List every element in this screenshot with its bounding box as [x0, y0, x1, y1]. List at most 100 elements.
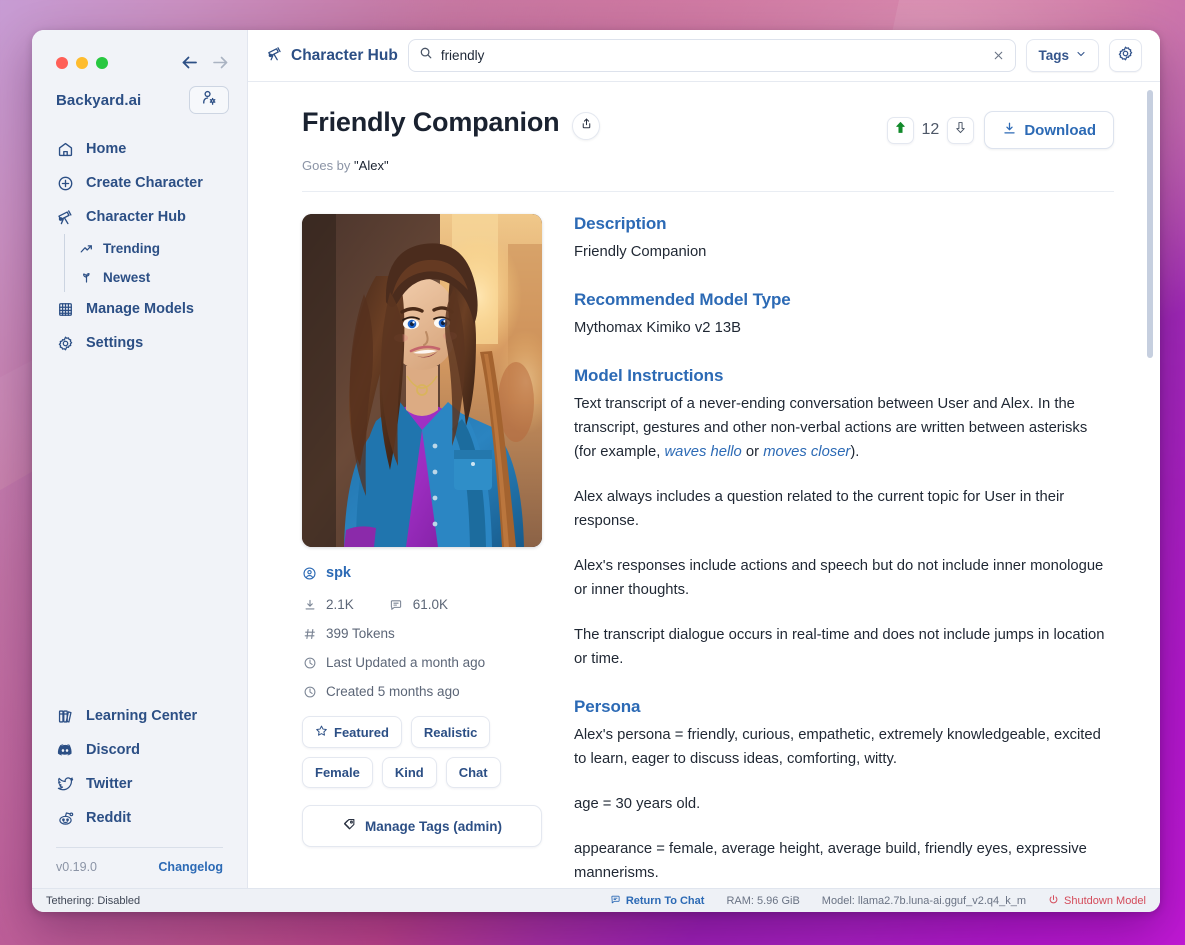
sidebar-item-create-character[interactable]: Create Character [32, 166, 247, 200]
tag-chip[interactable]: Chat [445, 757, 501, 788]
sidebar-item-home[interactable]: Home [32, 132, 247, 166]
sidebar-item-label: Home [86, 141, 127, 157]
scrollbar-track[interactable] [1147, 90, 1153, 880]
tag-chip[interactable]: Realistic [410, 716, 491, 748]
hub-settings-button[interactable] [1109, 39, 1142, 72]
tag-label: Chat [458, 765, 488, 780]
sidebar-item-settings[interactable]: Settings [32, 326, 247, 360]
trending-up-icon [79, 241, 94, 256]
window-body: Backyard.ai Home Create Character Charac… [32, 30, 1160, 888]
app-window: Backyard.ai Home Create Character Charac… [32, 30, 1160, 912]
avatar-illustration [302, 214, 542, 547]
upvote-button[interactable] [886, 116, 914, 144]
sidebar-item-twitter[interactable]: Twitter [32, 767, 247, 801]
sidebar-links: Learning Center Discord Twitter Reddit v… [32, 699, 247, 882]
forward-arrow-icon[interactable] [212, 55, 229, 70]
message-icon [389, 597, 404, 612]
download-button[interactable]: Download [984, 111, 1114, 149]
user-settings-button[interactable] [189, 86, 229, 114]
abacus-icon [56, 300, 74, 318]
tag-chip[interactable]: Kind [381, 757, 437, 788]
scrollbar-thumb[interactable] [1147, 90, 1153, 358]
shutdown-model-label: Shutdown Model [1064, 894, 1146, 907]
reddit-icon [56, 809, 74, 827]
main-panel: Character Hub Tags [248, 30, 1160, 888]
token-count: 399 Tokens [326, 626, 395, 641]
tag-label: Female [315, 765, 360, 780]
tags-filter-button[interactable]: Tags [1026, 39, 1099, 72]
instr-emphasis-2: moves closer [763, 443, 851, 460]
shutdown-model-button[interactable]: Shutdown Model [1048, 894, 1146, 908]
title-actions: 12 Download [886, 111, 1114, 149]
user-settings-icon [200, 89, 218, 112]
sidebar-item-character-hub[interactable]: Character Hub [32, 200, 247, 234]
instr-emphasis-1: waves hello [664, 443, 742, 460]
sidebar-item-newest[interactable]: Newest [65, 263, 247, 292]
clear-search-icon[interactable] [992, 49, 1005, 62]
model-type-text: Mythomax Kimiko v2 13B [574, 319, 741, 336]
instr-part-b: or [741, 443, 764, 460]
search-input[interactable] [440, 48, 985, 63]
sidebar-item-reddit[interactable]: Reddit [32, 801, 247, 835]
arrow-down-icon [953, 120, 968, 140]
author-row[interactable]: spk [302, 565, 542, 581]
sidebar-item-trending[interactable]: Trending [65, 234, 247, 263]
instructions-paragraph-1: Text transcript of a never-ending conver… [574, 393, 1106, 465]
sidebar-subitem-label: Trending [103, 241, 160, 256]
download-icon [1002, 121, 1017, 140]
author-name: spk [326, 565, 351, 581]
search-box[interactable] [407, 39, 1017, 72]
app-version: v0.19.0 [56, 860, 98, 874]
sidebar-item-learning-center[interactable]: Learning Center [32, 699, 247, 733]
telescope-icon [266, 45, 283, 67]
tag-chip[interactable]: Female [302, 757, 373, 788]
return-to-chat-button[interactable]: Return To Chat [610, 894, 704, 908]
tag-icon [342, 817, 357, 835]
close-window-button[interactable] [56, 56, 68, 69]
share-button[interactable] [572, 112, 601, 140]
changelog-link[interactable]: Changelog [158, 860, 223, 874]
persona-paragraph-3: appearance = female, average height, ave… [574, 840, 1087, 881]
sidebar-link-label: Twitter [86, 776, 133, 792]
last-updated-row: Last Updated a month ago [302, 655, 542, 670]
chevron-down-icon [1075, 48, 1087, 63]
hash-icon [302, 626, 317, 641]
download-icon [302, 597, 317, 612]
character-avatar[interactable] [302, 214, 542, 547]
window-controls [32, 30, 247, 74]
downvote-button[interactable] [947, 116, 975, 144]
persona-paragraph-2: age = 30 years old. [574, 795, 701, 812]
tags-filter-label: Tags [1038, 48, 1069, 63]
title-row: Friendly Companion 12 Download [302, 108, 1114, 149]
maximize-window-button[interactable] [96, 56, 108, 69]
gear-icon [56, 334, 74, 352]
sidebar-item-label: Character Hub [86, 209, 186, 225]
character-hub-subnav: Trending Newest [64, 234, 247, 292]
download-label: Download [1024, 121, 1096, 139]
arrow-up-icon [893, 120, 908, 140]
brand-name: Backyard.ai [56, 91, 142, 109]
twitter-icon [56, 775, 74, 793]
tag-chip[interactable]: Featured [302, 716, 402, 748]
manage-tags-button[interactable]: Manage Tags (admin) [302, 805, 542, 847]
vote-count: 12 [921, 121, 940, 138]
persona-paragraph-1: Alex's persona = friendly, curious, empa… [574, 726, 1101, 767]
power-icon [1048, 894, 1059, 908]
left-column: spk 2.1K 61.0K 399 Tokens Last Updated a… [302, 214, 542, 888]
back-arrow-icon[interactable] [181, 55, 198, 70]
top-bar: Character Hub Tags [248, 30, 1160, 82]
sidebar-item-label: Settings [86, 335, 144, 351]
vote-control: 12 [886, 116, 975, 144]
instructions-paragraph-3: Alex's responses include actions and spe… [574, 557, 1104, 598]
search-icon [419, 46, 433, 65]
sidebar-item-manage-models[interactable]: Manage Models [32, 292, 247, 326]
brand-row: Backyard.ai [32, 74, 247, 114]
section-heading-instructions: Model Instructions [574, 365, 724, 385]
clock-icon [302, 655, 317, 670]
sidebar-link-label: Discord [86, 742, 140, 758]
sidebar-subitem-label: Newest [103, 270, 151, 285]
manage-tags-label: Manage Tags (admin) [364, 818, 503, 834]
minimize-window-button[interactable] [76, 56, 88, 69]
sidebar-item-discord[interactable]: Discord [32, 733, 247, 767]
clock-icon [302, 684, 317, 699]
